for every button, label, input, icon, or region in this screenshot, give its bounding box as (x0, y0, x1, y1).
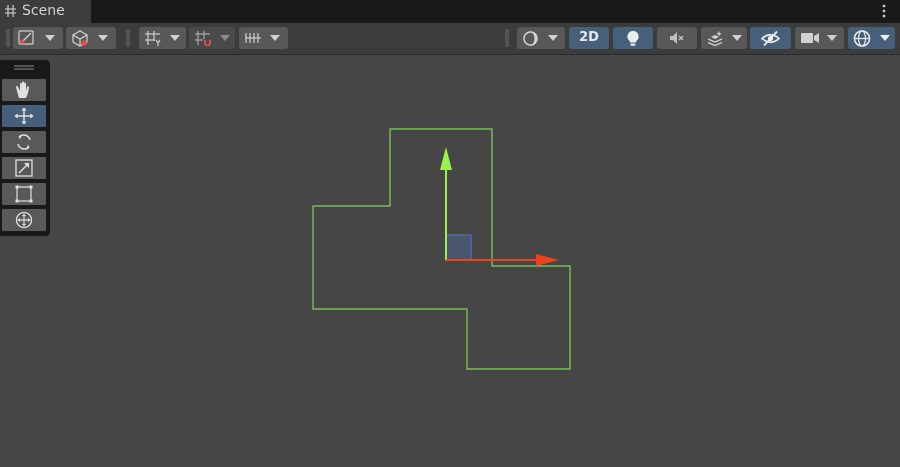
scale-icon (15, 159, 33, 177)
gizmo-pivot-dropdown[interactable] (66, 27, 116, 49)
camera-dropdown[interactable] (795, 27, 844, 49)
transform-icon (15, 211, 33, 229)
overlay-drag-handle-icon[interactable] (14, 65, 34, 71)
scene-toolbar: 2D (0, 23, 900, 55)
gizmos-dropdown[interactable] (848, 27, 895, 49)
chevron-down-icon (170, 35, 180, 41)
tool-rect[interactable] (2, 183, 46, 205)
increment-snap-dropdown[interactable] (189, 27, 235, 49)
chevron-down-icon (220, 35, 230, 41)
tool-scale[interactable] (2, 157, 46, 179)
tool-hand[interactable] (2, 79, 46, 101)
mode-2d-toggle[interactable]: 2D (569, 27, 609, 49)
snap-increment-dropdown[interactable] (239, 27, 288, 49)
y-axis-arrow-icon[interactable] (440, 147, 452, 170)
draw-mode-dropdown[interactable] (13, 27, 63, 49)
layers-sparkle-icon (707, 31, 723, 47)
gizmo-globe-icon (853, 30, 871, 47)
camera-icon (801, 33, 819, 43)
chevron-down-icon (270, 35, 280, 41)
window-tab-bar: Scene (0, 0, 900, 23)
plane-move-handle[interactable] (445, 234, 472, 261)
mode-2d-label: 2D (579, 30, 599, 45)
chevron-down-icon (45, 35, 55, 41)
toolbar-grip-icon (6, 29, 10, 47)
x-axis-arrow-icon[interactable] (536, 254, 559, 266)
lightbulb-icon (627, 30, 639, 46)
kebab-menu-icon[interactable] (882, 4, 886, 18)
eye-slash-icon (760, 30, 781, 47)
rotate-icon (17, 134, 31, 150)
scene-visibility-toggle[interactable] (750, 27, 791, 49)
speaker-muted-icon (670, 32, 684, 44)
tab-scene[interactable]: Scene (0, 0, 91, 23)
chevron-down-icon (880, 35, 890, 41)
ruler-ticks-icon (245, 33, 261, 43)
rect-transform-icon (15, 185, 33, 203)
tools-overlay (0, 60, 50, 236)
effects-dropdown[interactable] (701, 27, 747, 49)
shading-sphere-icon (523, 31, 538, 46)
grid-y-icon (145, 31, 161, 46)
tool-move[interactable] (2, 105, 46, 127)
chevron-down-icon (732, 35, 742, 41)
grid-snap-dropdown[interactable] (139, 27, 186, 49)
tab-title: Scene (22, 3, 65, 19)
chevron-down-icon (827, 35, 837, 41)
scene-viewport[interactable] (0, 55, 900, 467)
grid-hash-icon (5, 5, 16, 17)
tool-rotate[interactable] (2, 131, 46, 153)
tool-transform[interactable] (2, 209, 46, 231)
chevron-down-icon (548, 35, 558, 41)
lighting-toggle[interactable] (613, 27, 653, 49)
toolbar-grip-icon (126, 29, 130, 47)
toolbar-grip-icon (505, 29, 509, 47)
grid-magnet-icon (195, 31, 211, 46)
chevron-down-icon (98, 35, 108, 41)
scene-canvas[interactable] (0, 55, 900, 467)
draw-mode-icon (18, 30, 34, 45)
cube-pivot-icon (72, 30, 88, 47)
hand-icon (16, 81, 30, 98)
audio-toggle[interactable] (657, 27, 697, 49)
shading-mode-dropdown[interactable] (517, 27, 565, 49)
move-arrows-icon (14, 107, 34, 125)
